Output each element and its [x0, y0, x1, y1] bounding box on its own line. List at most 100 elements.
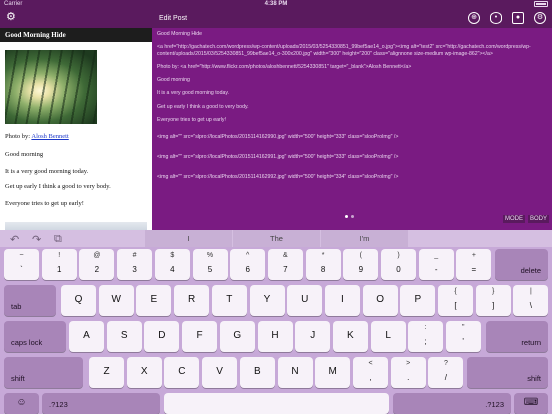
key-label: .?123 — [485, 400, 504, 409]
editor-line: Get up early I think a good to very body… — [157, 103, 249, 110]
key-period[interactable]: >. — [390, 357, 426, 388]
key-7[interactable]: & 7 — [267, 249, 303, 280]
settings-icon[interactable]: ⚙ — [6, 11, 18, 23]
editor-line: Photo by: <a href="http://www.flickr.com… — [157, 63, 412, 70]
key-0[interactable]: ) 0 — [381, 249, 416, 280]
shift-left-key[interactable]: shift — [4, 357, 83, 388]
key-6[interactable]: ^ 6 — [230, 249, 266, 280]
key-s[interactable]: S — [106, 321, 142, 352]
key--[interactable]: _ - — [418, 249, 454, 280]
shift-right-key[interactable]: shift — [467, 357, 548, 388]
paste-icon[interactable]: ⧉ — [54, 233, 62, 246]
delete-key[interactable]: delete — [495, 249, 548, 280]
dismiss-keyboard-key[interactable]: ⌨ — [514, 393, 548, 414]
key-quote[interactable]: " ' — [445, 321, 481, 352]
key-n[interactable]: N — [277, 357, 313, 388]
key-label: L — [385, 329, 391, 341]
key-8[interactable]: * 8 — [305, 249, 341, 280]
camera-icon[interactable]: ● — [512, 12, 524, 24]
key-`[interactable]: ~ ` — [4, 249, 39, 280]
key-label: ⌨ — [523, 396, 539, 408]
key-i[interactable]: I — [324, 285, 360, 316]
key-b[interactable]: B — [239, 357, 275, 388]
key-y[interactable]: Y — [249, 285, 285, 316]
key-=[interactable]: + = — [456, 249, 492, 280]
suggestion-3[interactable]: I'm — [321, 230, 408, 247]
key-w[interactable]: W — [98, 285, 134, 316]
key-\[interactable]: | \ — [513, 285, 549, 316]
numbers-key-right[interactable]: .?123 — [393, 393, 511, 414]
key-4[interactable]: $4 — [154, 249, 190, 280]
key-h[interactable]: H — [257, 321, 293, 352]
key-label: B — [253, 365, 261, 377]
editor-text-area[interactable]: Good Morning Hide <a href="http://gachat… — [157, 31, 549, 187]
key-bottom-label: 1 — [56, 265, 62, 274]
key-label: W — [111, 293, 121, 305]
suggestion-1[interactable]: I — [145, 230, 232, 247]
redo-icon[interactable]: ↷ — [32, 233, 41, 246]
preview-photo[interactable] — [5, 50, 97, 124]
key-j[interactable]: J — [295, 321, 331, 352]
eye-icon[interactable]: • — [490, 12, 502, 24]
key-g[interactable]: G — [219, 321, 255, 352]
key-l[interactable]: L — [370, 321, 406, 352]
key-label: H — [271, 329, 279, 341]
key-o[interactable]: O — [362, 285, 398, 316]
key-f[interactable]: F — [182, 321, 218, 352]
preview-photo-2[interactable] — [5, 222, 147, 230]
editor-line: <img alt="" src="slpro://localPhotos/201… — [157, 173, 399, 180]
key-label: N — [291, 365, 299, 377]
key-[[interactable]: {[ — [438, 285, 473, 316]
settings-icon[interactable]: ⚙ — [534, 12, 546, 24]
key-comma[interactable]: <, — [353, 357, 388, 388]
key-3[interactable]: #3 — [117, 249, 153, 280]
photo-credit-link[interactable]: Alosh Bennett — [31, 133, 68, 140]
key-m[interactable]: M — [315, 357, 351, 388]
key-label: Z — [103, 365, 110, 377]
editor-line: <img alt="" src="slpro://localPhotos/201… — [157, 134, 399, 141]
body-button[interactable]: BODY — [527, 215, 549, 223]
suggestion-2[interactable]: The — [233, 230, 320, 247]
numbers-key-left[interactable]: .?123 — [42, 393, 160, 414]
tab-key[interactable]: tab — [4, 285, 56, 316]
key-slash[interactable]: ? / — [428, 357, 464, 388]
key-e[interactable]: E — [136, 285, 172, 316]
return-key[interactable]: return — [486, 321, 548, 352]
key-bottom-label: [ — [454, 301, 457, 310]
key-9[interactable]: (9 — [343, 249, 379, 280]
key-a[interactable]: A — [69, 321, 104, 352]
space-key[interactable] — [164, 393, 389, 414]
key-top-label: _ — [434, 252, 439, 259]
key-semicolon[interactable]: :; — [408, 321, 443, 352]
key-label: O — [376, 293, 384, 305]
key-label: M — [328, 365, 337, 377]
key-label: R — [187, 293, 196, 305]
undo-icon[interactable]: ↶ — [10, 233, 19, 246]
key-x[interactable]: X — [126, 357, 162, 388]
caps-lock-key[interactable]: caps lock — [4, 321, 66, 352]
key-2[interactable]: @2 — [79, 249, 115, 280]
key-v[interactable]: V — [202, 357, 238, 388]
key-p[interactable]: P — [400, 285, 436, 316]
key-k[interactable]: K — [332, 321, 368, 352]
key-label: Q — [74, 293, 83, 305]
key-top-label: ~ — [19, 252, 24, 259]
key-r[interactable]: R — [174, 285, 210, 316]
key-bottom-label: = — [471, 265, 477, 274]
key-u[interactable]: U — [287, 285, 323, 316]
mode-button[interactable]: MODE — [502, 215, 525, 223]
key-1[interactable]: ! 1 — [41, 249, 77, 280]
globe-icon[interactable]: ⊕ — [468, 12, 480, 24]
key-d[interactable]: D — [144, 321, 180, 352]
key-c[interactable]: C — [164, 357, 200, 388]
key-bottom-label: 4 — [170, 265, 175, 274]
key-top-label: % — [206, 252, 214, 259]
key-q[interactable]: Q — [61, 285, 96, 316]
key-z[interactable]: Z — [89, 357, 124, 388]
key-bottom-label: 7 — [283, 265, 288, 274]
key-5[interactable]: % 5 — [192, 249, 228, 280]
key-top-label: : — [424, 324, 427, 331]
emoji-key[interactable]: ☺ — [4, 393, 39, 414]
key-][interactable]: }] — [475, 285, 511, 316]
key-t[interactable]: T — [211, 285, 247, 316]
